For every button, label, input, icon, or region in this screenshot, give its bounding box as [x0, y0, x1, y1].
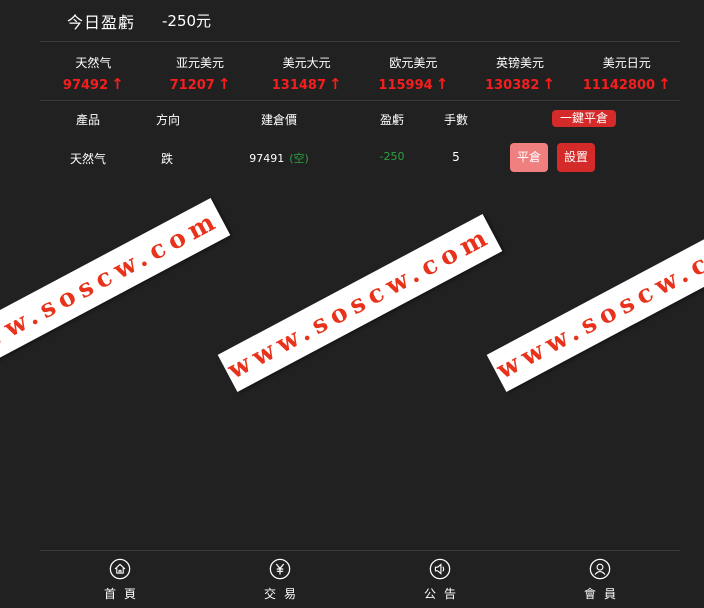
home-icon: [109, 558, 131, 580]
quote-name: 欧元美元: [389, 56, 438, 70]
daily-pnl-header: 今日盈虧 -250元: [40, 0, 680, 42]
header-lots: 手數: [443, 113, 469, 127]
header-pnl: 盈虧: [379, 113, 405, 127]
quote-name: 美元日元: [602, 56, 651, 70]
header-product: 產品: [75, 113, 101, 127]
arrow-up-icon: ↑: [542, 75, 555, 93]
daily-pnl-title: 今日盈虧: [67, 13, 136, 32]
quote-item[interactable]: 天然气 97492 ↑: [40, 42, 147, 100]
quote-name: 英镑美元: [496, 56, 545, 70]
positions-table-header: 產品 方向 建倉價 盈虧 手數 一鍵平倉: [40, 101, 680, 137]
row-direction: 跌: [160, 152, 174, 166]
quote-item[interactable]: 欧元美元 115994 ↑: [360, 42, 467, 100]
row-side-tag: (空): [289, 152, 309, 165]
user-icon: [589, 558, 611, 580]
row-lots: 5: [452, 150, 460, 164]
quote-name: 美元大元: [282, 56, 331, 70]
tab-member[interactable]: 會員: [520, 551, 680, 608]
tab-home-label: 首頁: [103, 587, 144, 601]
close-position-button[interactable]: 平倉: [510, 143, 548, 172]
tab-announcements-label: 公告: [423, 587, 464, 601]
yen-icon: [269, 558, 291, 580]
row-open-price: 97491: [249, 152, 285, 165]
settings-button[interactable]: 設置: [557, 143, 595, 172]
quote-item[interactable]: 英镑美元 130382 ↑: [467, 42, 574, 100]
tab-member-label: 會員: [583, 587, 624, 601]
tab-announcements[interactable]: 公告: [360, 551, 520, 608]
quote-item[interactable]: 亚元美元 71207 ↑: [147, 42, 254, 100]
tab-trade-label: 交易: [263, 587, 304, 601]
speaker-icon: [429, 558, 451, 580]
quote-price: 131487: [271, 78, 327, 93]
tab-trade[interactable]: 交易: [200, 551, 360, 608]
quote-bar: 天然气 97492 ↑ 亚元美元 71207 ↑ 美元大元 131487 ↑ 欧元美元…: [40, 42, 680, 101]
header-direction: 方向: [155, 113, 181, 127]
quote-price: 97492: [62, 78, 109, 93]
daily-pnl-value: -250元: [162, 12, 212, 30]
arrow-up-icon: ↑: [658, 75, 671, 93]
arrow-up-icon: ↑: [111, 75, 124, 93]
arrow-up-icon: ↑: [435, 75, 449, 93]
bottom-tab-bar: 首頁 交易 公告 會員: [40, 550, 680, 608]
quote-item[interactable]: 美元日元 11142800 ↑: [573, 42, 680, 100]
table-row: 天然气 跌 97491 (空) -250 5 平倉 設置: [40, 137, 680, 179]
quote-name: 亚元美元: [176, 56, 225, 70]
row-product: 天然气: [69, 152, 107, 166]
tab-home[interactable]: 首頁: [40, 551, 200, 608]
arrow-up-icon: ↑: [329, 75, 342, 93]
arrow-up-icon: ↑: [217, 75, 231, 93]
header-open-price: 建倉價: [260, 113, 298, 127]
quote-price: 71207: [169, 78, 215, 93]
quote-name: 天然气: [75, 56, 112, 70]
quote-item[interactable]: 美元大元 131487 ↑: [253, 42, 360, 100]
quote-price: 11142800: [582, 78, 656, 93]
close-all-button[interactable]: 一鍵平倉: [552, 110, 616, 127]
row-pnl: -250: [379, 150, 405, 163]
quote-price: 115994: [378, 78, 433, 93]
quote-price: 130382: [485, 78, 540, 93]
